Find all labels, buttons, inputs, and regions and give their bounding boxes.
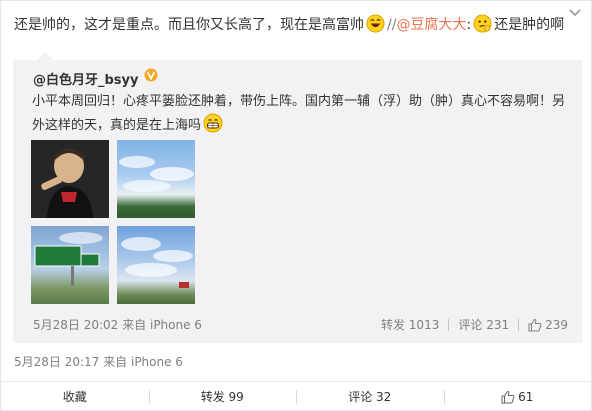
repost-photo-portrait[interactable] xyxy=(31,140,109,218)
post-text-part-2: 还是肿的啊 xyxy=(494,17,565,33)
reposted-weibo: @白色月牙_bsyy 小平本周回归！心疼平篓脸还肿着，带伤上阵。国内第一辅（浮）… xyxy=(13,52,582,343)
repost-stats: 转发 1013 评论 231 239 xyxy=(381,316,568,333)
post-timestamp[interactable]: 5月28日 20:17 xyxy=(14,355,99,369)
repost-source-prefix: 来自 xyxy=(122,318,147,332)
repost-timestamp[interactable]: 5月28日 20:02 xyxy=(33,318,118,332)
favorite-label: 收藏 xyxy=(62,390,87,404)
thumbs-up-icon xyxy=(501,390,515,403)
repost-repost-link[interactable]: 转发 1013 xyxy=(381,316,439,333)
verified-badge-icon xyxy=(144,68,158,82)
repost-meta: 5月28日 20:02 来自 iPhone 6 xyxy=(33,316,202,333)
comment-label: 评论 32 xyxy=(348,390,392,404)
repost-comment-label: 评论 xyxy=(458,318,483,332)
repost-repost-label: 转发 xyxy=(380,318,405,332)
repost-arrow xyxy=(37,52,53,60)
like-button[interactable]: 61 xyxy=(443,382,592,411)
like-count: 61 xyxy=(518,389,534,404)
repost-button[interactable]: 转发 99 xyxy=(148,382,297,411)
post-source[interactable]: iPhone 6 xyxy=(131,355,183,369)
repost-like-link[interactable]: 239 xyxy=(528,318,568,332)
divider xyxy=(448,318,450,331)
post-source-prefix: 来自 xyxy=(103,355,128,369)
weibo-post-card: 还是帅的，这才是重点。而且你又长高了，现在是高富帅 //@豆腐大大: 还是肿的啊… xyxy=(0,0,592,411)
action-bar: 收藏 转发 99 评论 32 61 xyxy=(1,381,591,411)
mention-colon: : xyxy=(466,17,472,33)
repost-text: 小平本周回归！心疼平篓脸还肿着，带伤上阵。国内第一辅（浮）助（肿）真心不容易啊！… xyxy=(32,91,572,137)
favorite-button[interactable]: 收藏 xyxy=(1,382,149,411)
grin-emoji-icon xyxy=(203,113,223,133)
repost-comment-count: 231 xyxy=(486,318,510,332)
post-text: 还是帅的，这才是重点。而且你又长高了，现在是高富帅 //@豆腐大大: 还是肿的啊 xyxy=(14,14,574,36)
thinking-emoji-icon xyxy=(473,14,492,33)
divider xyxy=(518,318,520,331)
repost-label: 转发 99 xyxy=(200,390,244,404)
repost-photo-sky-2[interactable] xyxy=(117,226,195,304)
repost-username[interactable]: @白色月牙_bsyy xyxy=(33,69,139,88)
repost-photo-road-sign[interactable] xyxy=(31,226,109,304)
post-meta: 5月28日 20:17 来自 iPhone 6 xyxy=(14,353,183,370)
thumbs-up-icon xyxy=(528,318,542,331)
repost-repost-count: 1013 xyxy=(408,318,440,332)
repost-photo-sky-1[interactable] xyxy=(117,140,195,218)
repost-like-count: 239 xyxy=(545,317,568,332)
repost-text-content: 小平本周回归！心疼平篓脸还肿着，带伤上阵。国内第一辅（浮）助（肿）真心不容易啊！… xyxy=(32,94,566,133)
repost-source[interactable]: iPhone 6 xyxy=(150,318,202,332)
laugh-emoji-icon xyxy=(366,14,385,33)
mention-link[interactable]: @豆腐大大 xyxy=(396,17,466,33)
comment-button[interactable]: 评论 32 xyxy=(296,382,444,411)
post-text-part-1: 还是帅的，这才是重点。而且你又长高了，现在是高富帅 xyxy=(14,17,364,33)
repost-comment-link[interactable]: 评论 231 xyxy=(458,316,509,333)
